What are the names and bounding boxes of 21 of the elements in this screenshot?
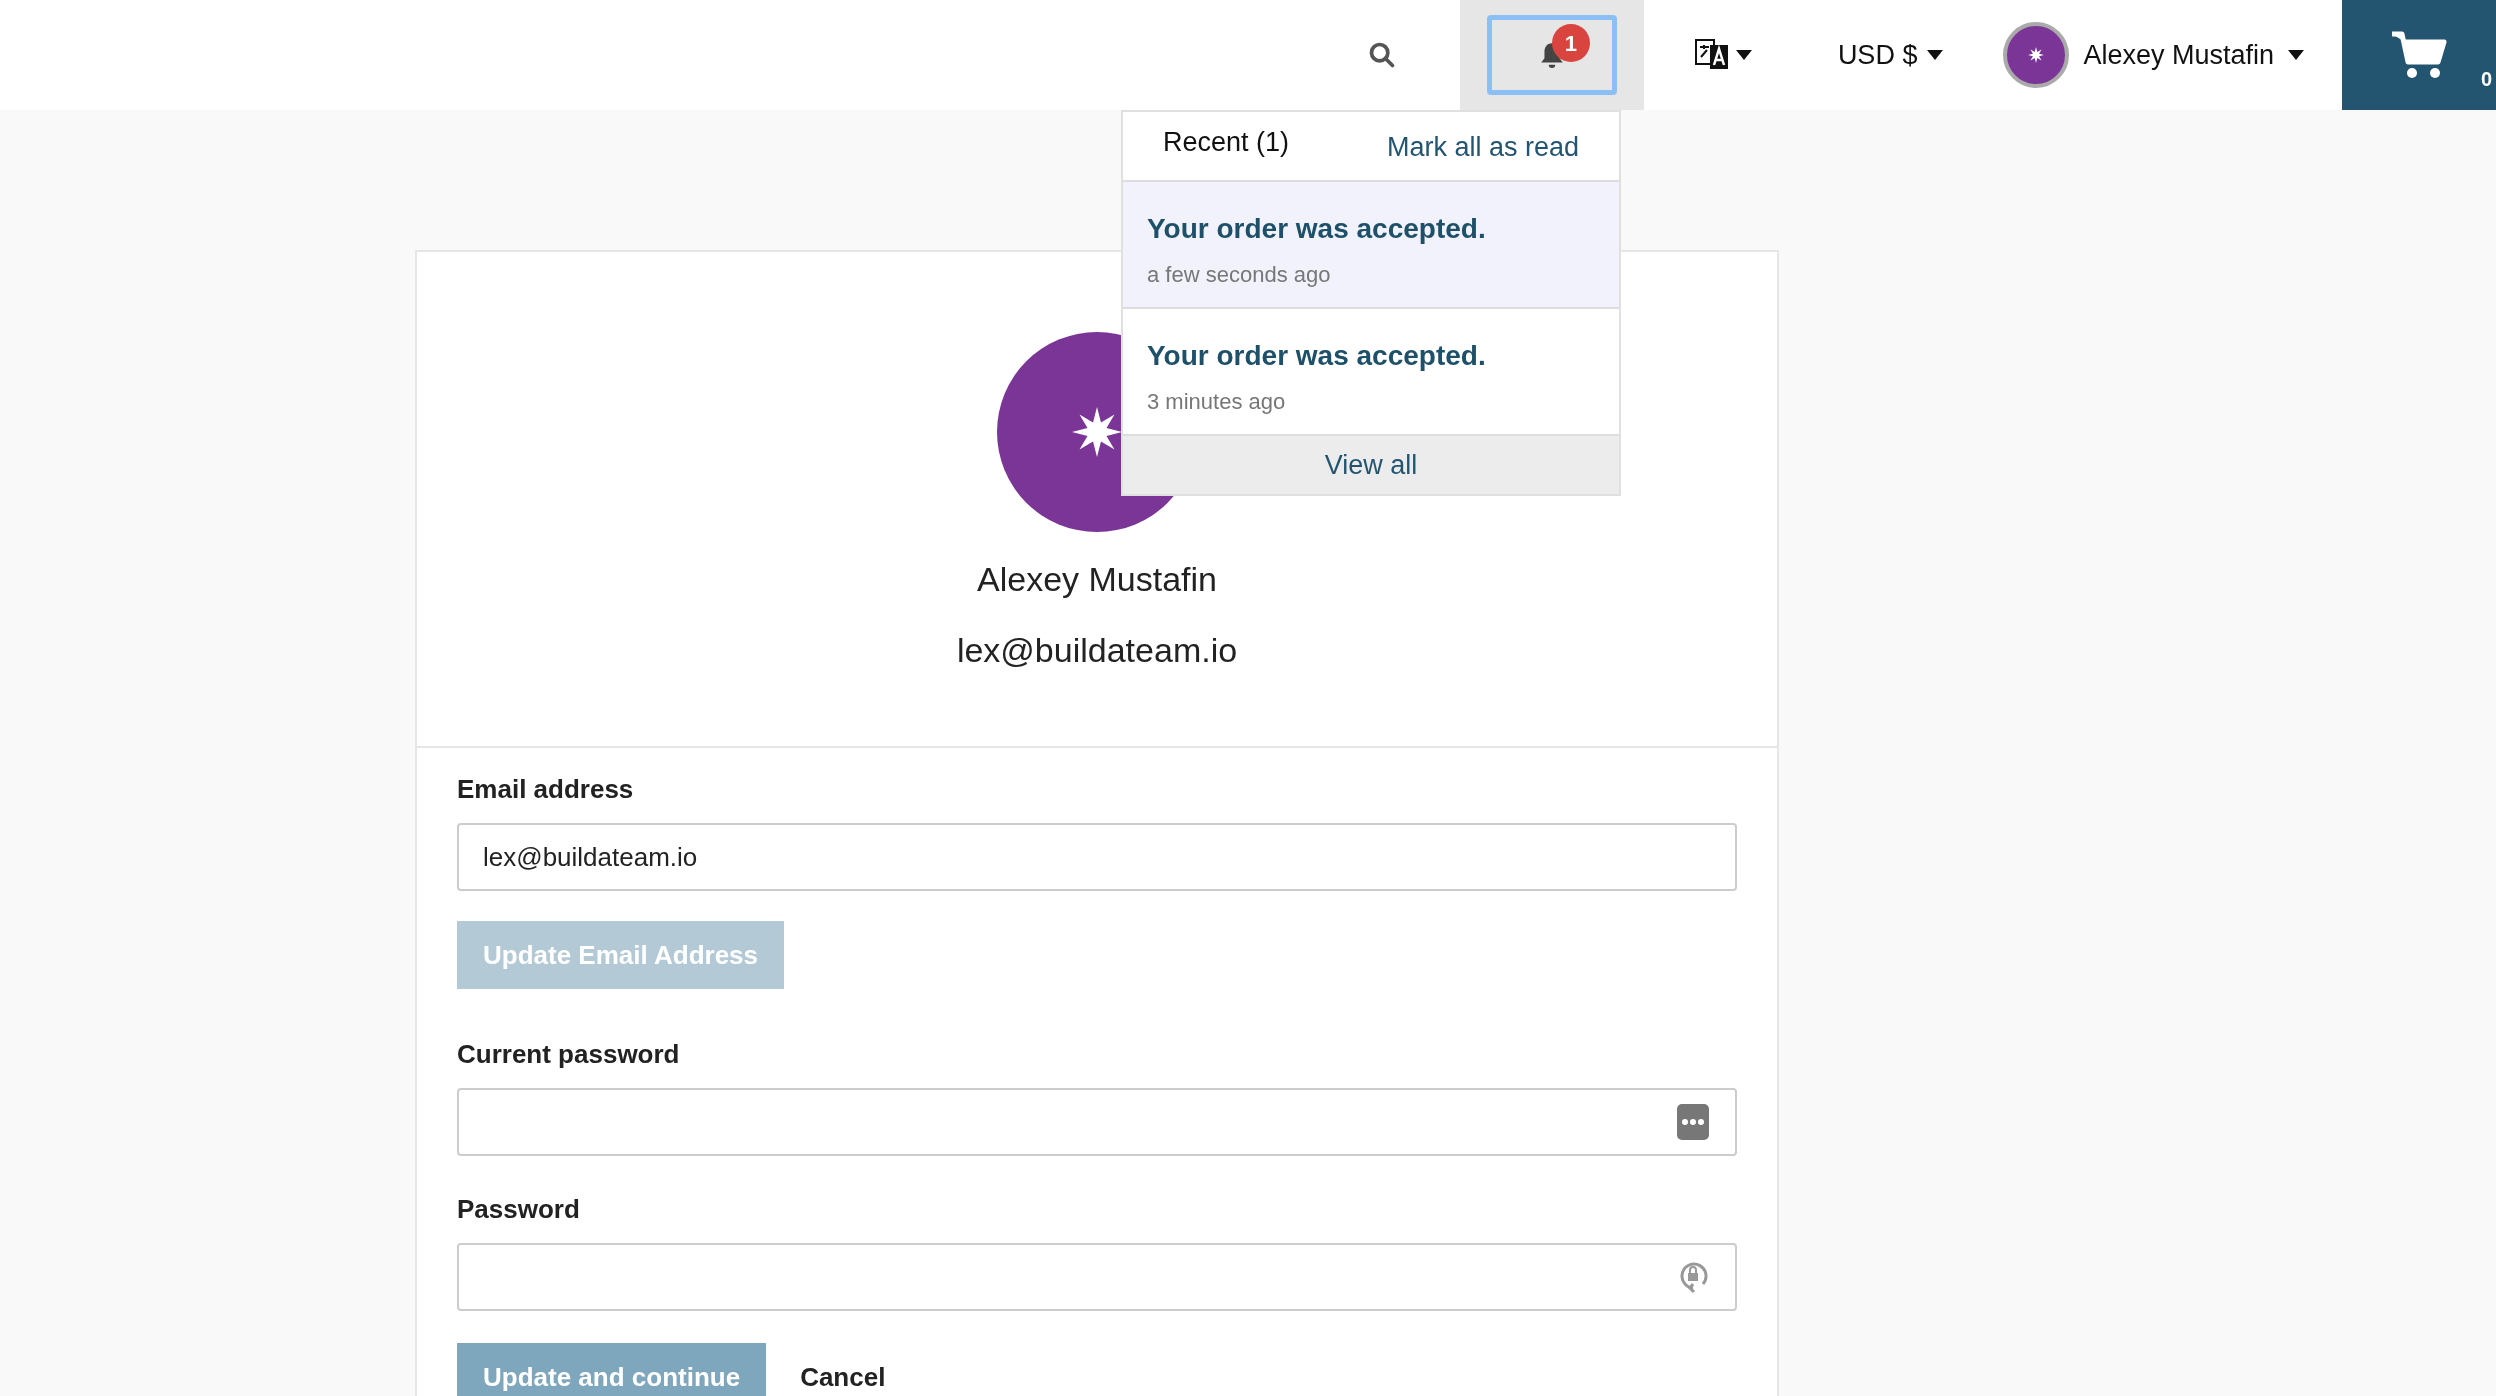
notification-title: Your order was accepted.	[1147, 212, 1487, 246]
password-label: Password	[457, 1193, 581, 1226]
profile-name: Alexey Mustafin	[977, 559, 1217, 600]
mark-all-read-link[interactable]: Mark all as read	[1386, 126, 1579, 168]
cancel-link[interactable]: Cancel	[800, 1357, 886, 1396]
notification-item[interactable]: Your order was accepted. a few seconds ago	[1123, 182, 1619, 309]
notification-title: Your order was accepted.	[1147, 339, 1487, 373]
email-field[interactable]: lex@buildateam.io	[457, 823, 1737, 891]
user-menu[interactable]: Alexey Mustafin	[2003, 22, 2304, 88]
current-password-label: Current password	[457, 1038, 681, 1071]
notifications-button[interactable]: 1	[1486, 15, 1617, 95]
cart-count: 0	[2480, 67, 2492, 92]
recent-tab[interactable]: Recent (1)	[1163, 121, 1290, 163]
email-label: Email address	[457, 773, 635, 806]
notification-count-badge: 1	[1551, 24, 1590, 62]
cart-button[interactable]: 0	[2342, 0, 2496, 110]
profile-email: lex@buildateam.io	[956, 630, 1238, 671]
currency-selector[interactable]: USD $	[1837, 34, 1944, 76]
notification-time: 3 minutes ago	[1147, 388, 1287, 416]
notification-time: a few seconds ago	[1147, 261, 1332, 289]
view-all-button[interactable]: View all	[1123, 436, 1619, 494]
